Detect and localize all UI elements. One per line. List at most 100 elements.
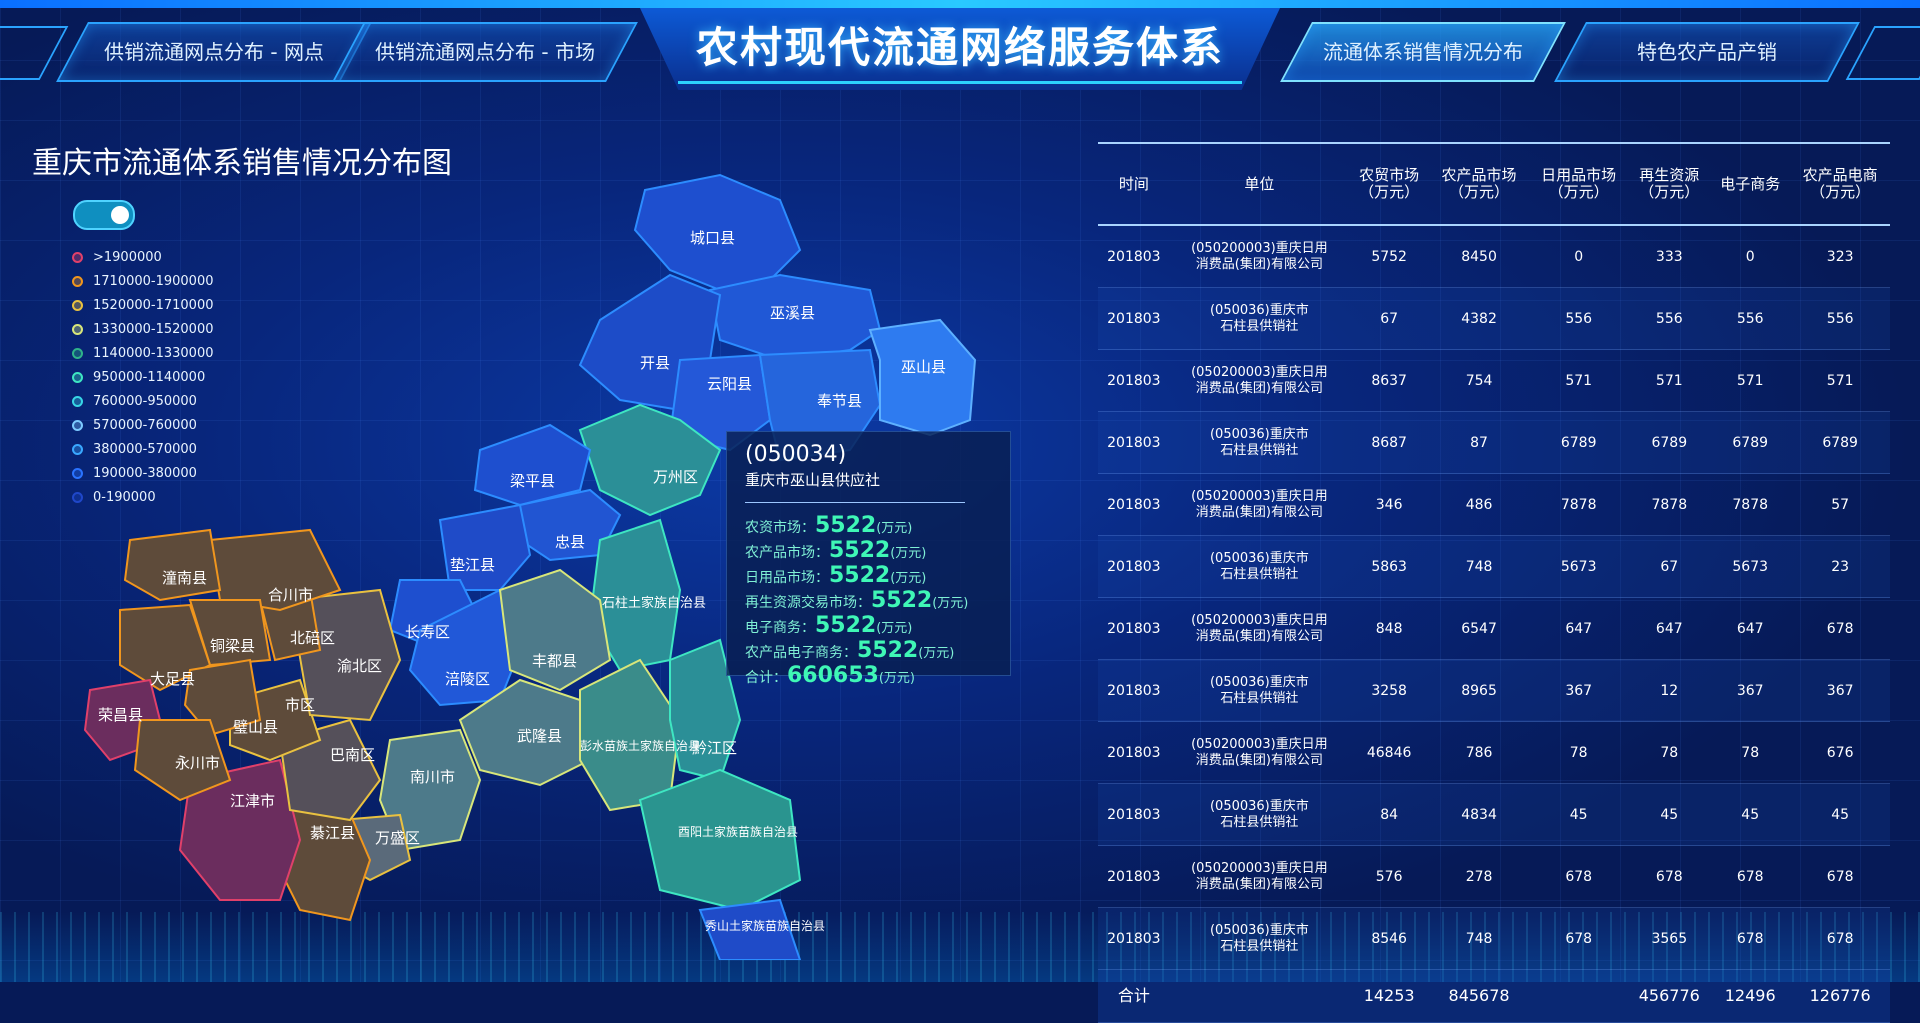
table-cell: 786: [1429, 721, 1529, 784]
unit-line: (050036)重庆市: [1209, 302, 1309, 318]
table-cell: 57: [1790, 473, 1890, 536]
region-label: 忠县: [555, 533, 585, 551]
region-wushan[interactable]: [868, 318, 977, 437]
table-total-cell: 12496: [1710, 969, 1791, 1023]
region-label: 北碚区: [290, 629, 335, 647]
table-cell: 45: [1710, 783, 1791, 846]
table-row[interactable]: 201803 (050200003)重庆日用 消费品(集团)有限公司 848 6547 6…: [1098, 597, 1890, 660]
region-label: 合川市: [268, 586, 313, 604]
table-cell: 67: [1349, 287, 1430, 350]
unit-line: (050200003)重庆日用: [1191, 364, 1328, 380]
region-dianjiang[interactable]: [438, 503, 532, 591]
table-row[interactable]: 201803 (050200003)重庆日用 消费品(集团)有限公司 46846 786…: [1098, 721, 1890, 784]
tooltip-row-unit: (万元): [932, 596, 969, 611]
header-corner-left: [0, 26, 69, 80]
header-top-line: [0, 0, 1920, 8]
table-row[interactable]: 201803 (050200003)重庆日用 消费品(集团)有限公司 5752 8450…: [1098, 225, 1890, 288]
table-row[interactable]: 201803 (050200003)重庆日用 消费品(集团)有限公司 346 486 78…: [1098, 473, 1890, 536]
region-label: 丰都县: [532, 652, 577, 670]
tab-label: 流通体系销售情况分布: [1323, 40, 1523, 64]
table-cell: 323: [1790, 225, 1890, 288]
table-cell: 87: [1429, 411, 1529, 474]
unit-line: (050200003)重庆日用: [1191, 736, 1328, 752]
region-label: 武隆县: [517, 727, 562, 745]
table-row[interactable]: 201803 (050200003)重庆日用 消费品(集团)有限公司 576 278 67…: [1098, 845, 1890, 908]
table-cell: 201803: [1098, 349, 1170, 412]
region-tongnan[interactable]: [123, 528, 222, 602]
table-cell: 4834: [1429, 783, 1529, 846]
table-cell: 556: [1790, 287, 1890, 350]
unit-line: 石柱县供销社: [1220, 566, 1299, 582]
tab-network-markets[interactable]: 供销流通网点分布 - 市场: [332, 22, 638, 82]
tooltip-total-label: 合计：: [745, 670, 787, 686]
table-cell: 5863: [1349, 535, 1430, 598]
table-cell: (050036)重庆市 石柱县供销社: [1169, 907, 1350, 970]
tooltip-row-label: 农产品市场：: [745, 545, 829, 561]
table-cell: 678: [1628, 845, 1711, 908]
table-row[interactable]: 201803 (050036)重庆市 石柱县供销社 8687 87 6789 6789 678…: [1098, 411, 1890, 474]
region-label: 巫山县: [901, 358, 946, 376]
header-label: 再生资源: [1639, 166, 1700, 184]
region-label: 黔江区: [692, 739, 737, 757]
table-cell: 84: [1349, 783, 1430, 846]
header-label: 农贸市场: [1359, 166, 1420, 184]
table-cell: 571: [1790, 349, 1890, 412]
region-tooltip: (050034) 重庆市巫山县供应社 农资市场：5522(万元) 农产品市场：55…: [726, 431, 1011, 687]
table-cell: 201803: [1098, 783, 1170, 846]
table-row[interactable]: 201803 (050036)重庆市 石柱县供销社 67 4382 556 556 556 55…: [1098, 287, 1890, 350]
unit-line: (050036)重庆市: [1209, 550, 1309, 566]
table-cell: 46846: [1349, 721, 1430, 784]
tooltip-row-value: 5522: [829, 538, 891, 563]
table-cell: 571: [1528, 349, 1629, 412]
region-youyang[interactable]: [638, 768, 802, 912]
tooltip-row-label: 日用品市场：: [745, 570, 829, 586]
table-cell: 678: [1528, 845, 1629, 908]
tooltip-name: 重庆市巫山县供应社: [745, 471, 881, 489]
table-header-cell: 再生资源 （万元）: [1628, 142, 1711, 226]
table-row[interactable]: 201803 (050036)重庆市 石柱县供销社 3258 8965 367 12 367 3…: [1098, 659, 1890, 722]
table-cell: 754: [1429, 349, 1529, 412]
unit-line: 消费品(集团)有限公司: [1195, 752, 1323, 768]
table-cell: 647: [1710, 597, 1791, 660]
table-row[interactable]: 201803 (050036)重庆市 石柱县供销社 84 4834 45 45 45 45: [1098, 783, 1890, 846]
table-header-cell: 农贸市场 （万元）: [1349, 142, 1430, 226]
table-cell: (050200003)重庆日用 消费品(集团)有限公司: [1169, 473, 1350, 536]
table-cell: 278: [1429, 845, 1529, 908]
tooltip-row-unit: (万元): [876, 621, 913, 636]
table-cell: 486: [1429, 473, 1529, 536]
table-cell: 678: [1710, 845, 1791, 908]
region-label: 城口县: [690, 229, 735, 247]
table-cell: 556: [1628, 287, 1711, 350]
table-total-row: 合计 14253 845678 456776 12496 126776: [1098, 969, 1890, 1023]
unit-line: 消费品(集团)有限公司: [1195, 504, 1323, 520]
table-row[interactable]: 201803 (050036)重庆市 石柱县供销社 8546 748 678 3565 678…: [1098, 907, 1890, 970]
tab-sales-distribution[interactable]: 流通体系销售情况分布: [1280, 22, 1566, 82]
unit-line: (050036)重庆市: [1209, 674, 1309, 690]
region-label: 石柱土家族自治县: [602, 595, 706, 611]
table-header-cell: 电子商务: [1710, 142, 1791, 226]
tooltip-row-label: 再生资源交易市场：: [745, 595, 871, 611]
region-pengshui[interactable]: [579, 658, 682, 812]
table-cell: 201803: [1098, 597, 1170, 660]
table-total-cell: [1169, 969, 1350, 1023]
table-cell: 0: [1710, 225, 1791, 288]
region-label: 梁平县: [510, 472, 555, 490]
table-cell: 7878: [1528, 473, 1629, 536]
unit-line: 石柱县供销社: [1220, 938, 1299, 954]
table-cell: (050036)重庆市 石柱县供销社: [1169, 287, 1350, 350]
tooltip-row-value: 5522: [857, 638, 919, 663]
unit-line: (050200003)重庆日用: [1191, 860, 1328, 876]
region-label: 潼南县: [162, 569, 207, 587]
tooltip-row-value: 5522: [815, 513, 877, 538]
unit-line: 石柱县供销社: [1220, 814, 1299, 830]
table-header-row: 时间 单位 农贸市场 （万元） 农产品市场 （万元） 日用品市场 （万元） 再生资源 （万元） 电子…: [1098, 142, 1890, 226]
table-total-cell: [1528, 969, 1629, 1023]
table-row[interactable]: 201803 (050200003)重庆日用 消费品(集团)有限公司 8637 754 5…: [1098, 349, 1890, 412]
unit-line: 石柱县供销社: [1220, 318, 1299, 334]
table-cell: 78: [1628, 721, 1711, 784]
tooltip-row: 电子商务：5522(万元): [745, 615, 992, 640]
tab-specialty-products[interactable]: 特色农产品产销: [1554, 22, 1860, 82]
tab-network-points[interactable]: 供销流通网点分布 - 网点: [56, 22, 372, 82]
table-row[interactable]: 201803 (050036)重庆市 石柱县供销社 5863 748 5673 67 5673…: [1098, 535, 1890, 598]
unit-line: 消费品(集团)有限公司: [1195, 876, 1323, 892]
